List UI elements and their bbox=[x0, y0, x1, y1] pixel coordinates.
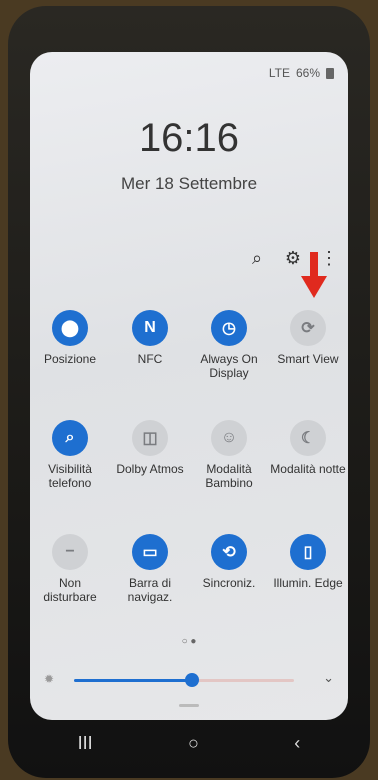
home-button[interactable]: ○ bbox=[188, 733, 199, 754]
tile-label: Modalità Bambino bbox=[205, 462, 253, 490]
tile-icon: ▯ bbox=[290, 534, 326, 570]
tile-label: NFC bbox=[137, 352, 163, 366]
tile-label: Dolby Atmos bbox=[116, 462, 184, 476]
tile-label: Always On Display bbox=[200, 352, 258, 380]
tile-dolby-atmos[interactable]: ◫ Dolby Atmos bbox=[112, 420, 188, 476]
tile-icon: ⟲ bbox=[211, 534, 247, 570]
recents-button[interactable]: III bbox=[78, 733, 93, 754]
brightness-track-filled bbox=[74, 679, 192, 682]
tile-label: Barra di navigaz. bbox=[127, 576, 173, 604]
search-icon[interactable]: ⌕ bbox=[248, 248, 266, 269]
tile-sincroniz[interactable]: ⟲ Sincroniz. bbox=[191, 534, 267, 590]
tile-smart-view[interactable]: ⟳ Smart View bbox=[270, 310, 346, 366]
tile-label: Sincroniz. bbox=[202, 576, 256, 590]
quick-panel-toolbar: ⌕ ⚙ ⋮ bbox=[248, 248, 338, 269]
tile-label: Visibilità telefono bbox=[48, 462, 92, 490]
tile-label: Smart View bbox=[277, 352, 339, 366]
tile-barra-di-navigaz[interactable]: ▭ Barra di navigaz. bbox=[112, 534, 188, 604]
tile-posizione[interactable]: ⬤ Posizione bbox=[32, 310, 108, 366]
date: Mer 18 Settembre bbox=[120, 174, 258, 193]
tile-label: Modalità notte bbox=[270, 462, 346, 476]
battery-percent: 66% bbox=[295, 66, 320, 80]
tile-label: Non disturbare bbox=[43, 576, 97, 604]
clock: 16:16 bbox=[138, 116, 240, 160]
tile-nfc[interactable]: N NFC bbox=[112, 310, 188, 366]
tile-illumin-edge[interactable]: ▯ Illumin. Edge bbox=[270, 534, 346, 590]
drag-handle[interactable] bbox=[179, 704, 199, 707]
tile-icon: N bbox=[132, 310, 168, 346]
tile-icon: ☾ bbox=[290, 420, 326, 456]
tile-always-on-display[interactable]: ◷ Always On Display bbox=[191, 310, 267, 380]
settings-icon[interactable]: ⚙ bbox=[284, 248, 302, 269]
battery-icon bbox=[326, 67, 334, 79]
tile-visibilit-telefono[interactable]: ⌕ Visibilità telefono bbox=[32, 420, 108, 490]
tile-icon: ▭ bbox=[132, 534, 168, 570]
tile-modalit-bambino[interactable]: ☺ Modalità Bambino bbox=[191, 420, 267, 490]
brightness-icon: ✹ bbox=[44, 672, 55, 686]
tile-icon: − bbox=[52, 534, 88, 570]
brightness-thumb[interactable] bbox=[185, 673, 199, 687]
tile-icon: ⬤ bbox=[52, 310, 88, 346]
back-button[interactable]: ‹ bbox=[294, 733, 300, 754]
tile-icon: ⌕ bbox=[52, 420, 88, 456]
tile-icon: ◷ bbox=[211, 310, 247, 346]
red-arrow-annotation bbox=[301, 252, 327, 298]
navigation-bar: III ○ ‹ bbox=[30, 720, 348, 766]
network-indicator: LTE bbox=[268, 66, 290, 80]
tile-label: Posizione bbox=[43, 352, 97, 366]
tile-icon: ◫ bbox=[132, 420, 168, 456]
tile-non-disturbare[interactable]: − Non disturbare bbox=[32, 534, 108, 604]
tile-icon: ⟳ bbox=[290, 310, 326, 346]
tile-modalit-notte[interactable]: ☾ Modalità notte bbox=[270, 420, 346, 476]
quick-panel: LTE 66% 16:16 Mer 18 Settembre ⌕ ⚙ ⋮ ⬤ Po… bbox=[30, 52, 348, 720]
tile-icon: ☺ bbox=[211, 420, 247, 456]
status-bar: LTE 66% bbox=[269, 66, 334, 80]
page-indicator: ○ ● bbox=[181, 636, 197, 647]
tile-label: Illumin. Edge bbox=[273, 576, 343, 590]
brightness-slider[interactable]: ✹ ⌄ bbox=[44, 670, 334, 690]
expand-chevron-icon[interactable]: ⌄ bbox=[323, 670, 334, 686]
brightness-track-empty bbox=[192, 679, 294, 682]
